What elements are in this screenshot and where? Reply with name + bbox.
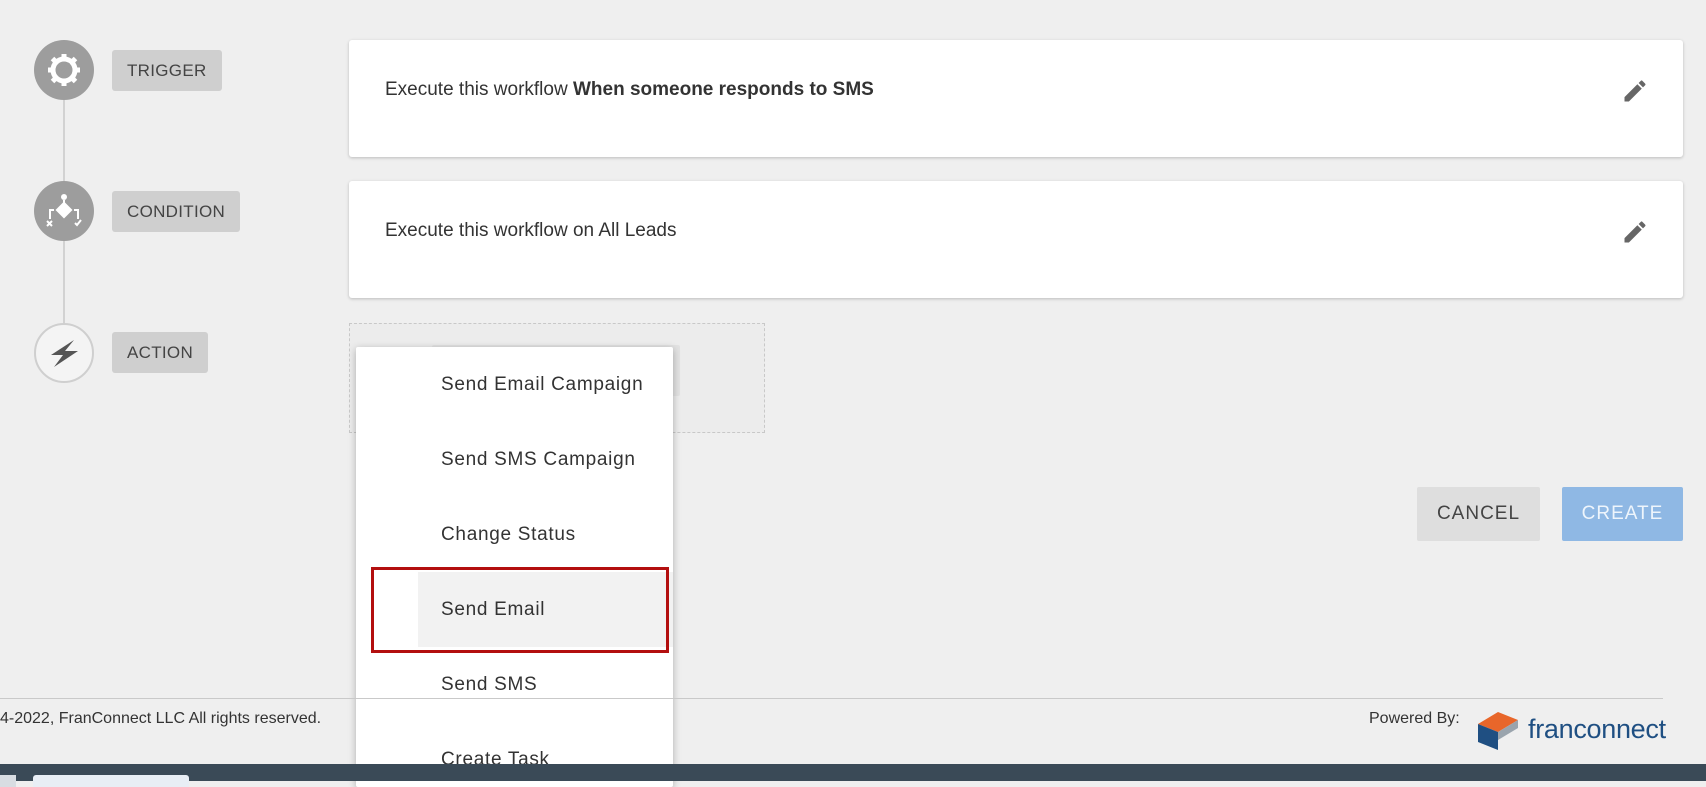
logo-text: franconnect (1528, 713, 1666, 744)
menu-item-send-sms-campaign[interactable]: Send SMS Campaign (356, 422, 673, 497)
action-step-icon (34, 323, 94, 383)
footer-divider (0, 698, 1663, 699)
action-dropdown-menu: Send Email Campaign Send SMS Campaign Ch… (356, 347, 673, 787)
step-connector (63, 100, 65, 182)
trigger-step-label: TRIGGER (112, 50, 222, 91)
franconnect-logo-mark-icon (1478, 712, 1518, 750)
condition-step-label: CONDITION (112, 191, 241, 232)
copyright-text: 4-2022, FranConnect LLC All rights reser… (0, 710, 322, 727)
trigger-prefix: Execute this workflow (385, 79, 573, 100)
trigger-card: Execute this workflow When someone respo… (349, 40, 1683, 157)
franconnect-logo: franconnect (1474, 706, 1666, 752)
trigger-event: When someone responds to SMS (572, 79, 874, 100)
gear-wrench-icon (48, 54, 80, 86)
pencil-icon[interactable] (1621, 77, 1649, 105)
trigger-description: Execute this workflow When someone respo… (385, 79, 874, 101)
condition-step-icon (34, 181, 94, 241)
action-step-label: ACTION (112, 332, 209, 373)
condition-card: Execute this workflow on All Leads (349, 181, 1683, 298)
os-taskbar (0, 764, 1706, 781)
menu-item-send-email-campaign[interactable]: Send Email Campaign (356, 347, 673, 422)
taskbar-browser-tab[interactable] (33, 775, 189, 787)
menu-item-send-sms[interactable]: Send SMS (356, 647, 673, 722)
menu-item-send-email[interactable]: Send Email (418, 572, 673, 647)
condition-description: Execute this workflow on All Leads (385, 220, 677, 241)
trigger-step-icon (34, 40, 94, 100)
powered-by-label: Powered By: (1369, 710, 1460, 727)
pencil-icon[interactable] (1621, 218, 1649, 246)
step-connector (63, 240, 65, 326)
flow-branch-icon (46, 194, 82, 227)
lightning-icon (51, 340, 78, 367)
taskbar-item[interactable] (0, 775, 16, 787)
menu-item-change-status[interactable]: Change Status (356, 497, 673, 572)
cancel-button[interactable]: CANCEL (1417, 487, 1540, 541)
create-button[interactable]: CREATE (1562, 487, 1683, 541)
